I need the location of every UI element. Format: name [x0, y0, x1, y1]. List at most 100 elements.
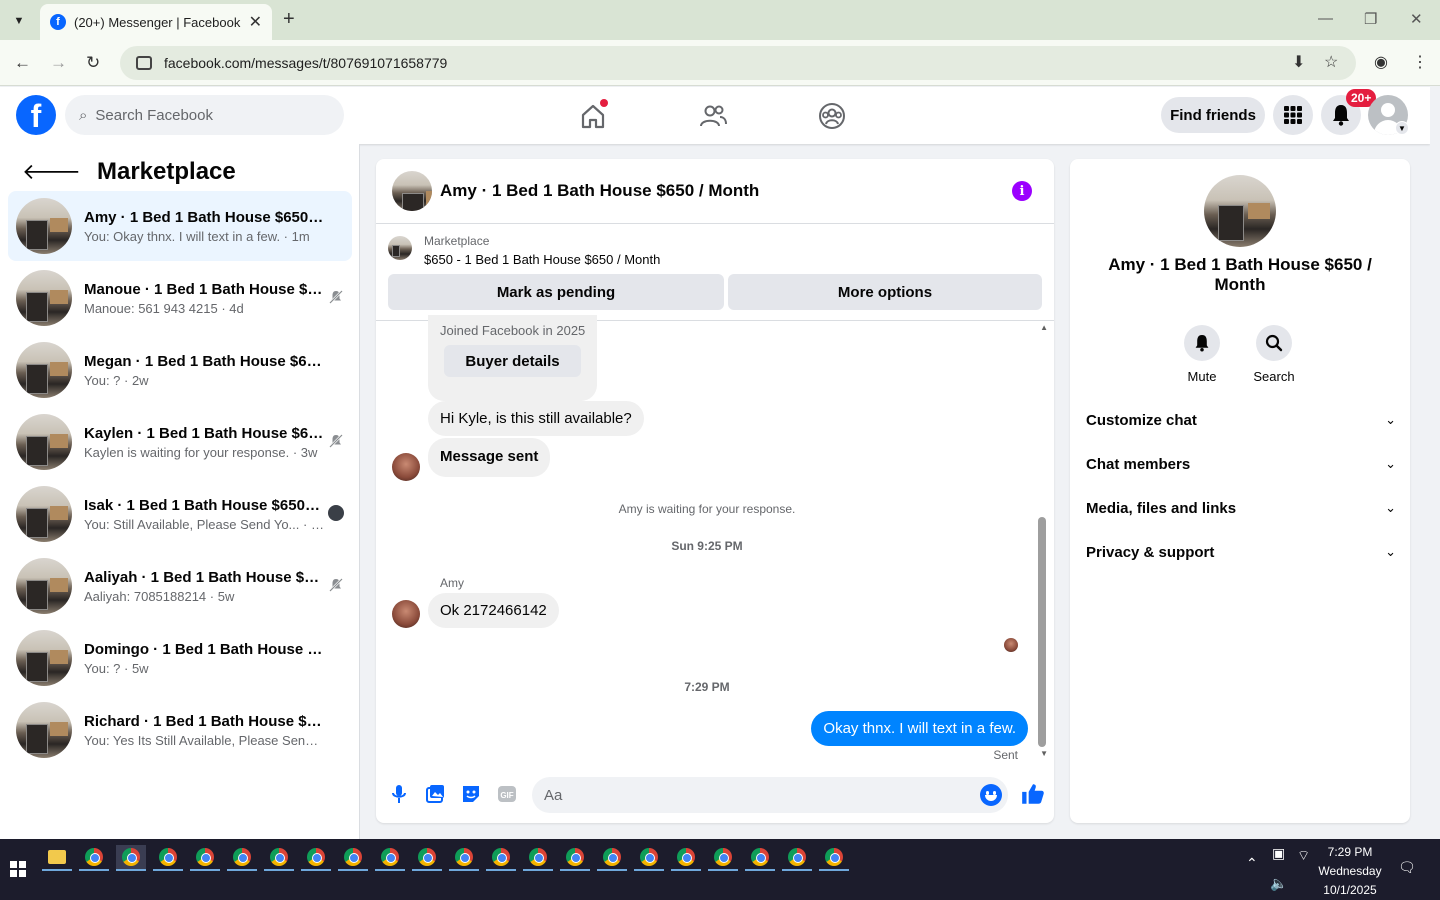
mark-as-pending-button[interactable]: Mark as pending [388, 274, 724, 310]
conversation-item[interactable]: Megan · 1 Bed 1 Bath House $650 ... You: … [8, 335, 352, 405]
back-arrow-icon[interactable]: 🡐 [22, 159, 81, 185]
emoji-icon[interactable] [980, 784, 1002, 806]
message-input[interactable]: Aa [532, 777, 1008, 813]
chrome-icon[interactable] [486, 845, 516, 871]
more-options-button[interactable]: More options [728, 274, 1042, 310]
chrome-icon[interactable] [634, 845, 664, 871]
sender-avatar[interactable] [392, 453, 420, 481]
chrome-icon[interactable] [301, 845, 331, 871]
privacy-support-item[interactable]: Privacy & support ⌄ [1086, 534, 1396, 570]
page-scrollbar[interactable] [1430, 87, 1440, 839]
photo-icon[interactable] [424, 783, 446, 805]
listing-thumbnail[interactable] [392, 171, 432, 211]
close-tab-icon[interactable]: ✕ [249, 12, 262, 32]
chrome-icon[interactable] [708, 845, 738, 871]
gif-icon[interactable]: GIF [496, 783, 518, 805]
customize-chat-item[interactable]: Customize chat ⌄ [1086, 402, 1396, 438]
file-explorer-icon[interactable] [42, 845, 72, 871]
facebook-favicon-icon: f [50, 14, 66, 30]
buyer-details-button[interactable]: Buyer details [444, 345, 581, 377]
conversation-item[interactable]: Kaylen · 1 Bed 1 Bath House $65... Kaylen… [8, 407, 352, 477]
tab-search-dropdown[interactable]: ▼ [8, 10, 30, 32]
url-input[interactable]: facebook.com/messages/t/807691071658779 [120, 46, 1356, 80]
wifi-icon[interactable]: ⌔ [1297, 847, 1310, 865]
new-tab-button[interactable]: + [283, 8, 295, 31]
chat-title[interactable]: Amy · 1 Bed 1 Bath House $650 / Month [440, 181, 759, 201]
mute-action[interactable]: Mute [1177, 325, 1227, 384]
conversation-name: Domingo · 1 Bed 1 Bath House $65... [84, 640, 324, 658]
chat-members-item[interactable]: Chat members ⌄ [1086, 446, 1396, 482]
chat-scrollbar-thumb[interactable] [1038, 517, 1046, 747]
device-icon[interactable]: ▣ [1272, 845, 1285, 862]
media-files-links-item[interactable]: Media, files and links ⌄ [1086, 490, 1396, 526]
site-info-icon[interactable] [136, 56, 152, 70]
conversation-item[interactable]: Amy · 1 Bed 1 Bath House $650 / ... You: … [8, 191, 352, 261]
reload-icon[interactable]: ↻ [86, 53, 100, 73]
forward-icon[interactable]: → [50, 53, 67, 73]
chrome-icon[interactable] [560, 845, 590, 871]
close-window-icon[interactable]: ✕ [1410, 10, 1423, 28]
chrome-icon[interactable] [782, 845, 812, 871]
chrome-icon[interactable] [597, 845, 627, 871]
find-friends-button[interactable]: Find friends [1161, 97, 1265, 133]
microphone-icon[interactable] [388, 783, 410, 805]
message-bubble[interactable]: Message sent [428, 438, 551, 477]
listing-title[interactable]: $650 - 1 Bed 1 Bath House $650 / Month [424, 252, 660, 267]
groups-icon[interactable] [817, 101, 847, 131]
conversation-thumbnail [16, 342, 72, 398]
chevron-down-icon[interactable]: ▼ [1395, 121, 1409, 135]
system-clock[interactable]: 7:29 PM Wednesday 10/1/2025 [1312, 843, 1388, 900]
show-hidden-icons[interactable]: ⌃ [1246, 855, 1258, 872]
chrome-icon[interactable] [338, 845, 368, 871]
restore-icon[interactable]: ❐ [1364, 10, 1377, 28]
search-input[interactable]: ⌕ Search Facebook [65, 95, 344, 135]
browser-menu-icon[interactable]: ⋮ [1412, 52, 1428, 72]
windows-start-icon[interactable] [10, 861, 26, 877]
conversation-item[interactable]: Manoue · 1 Bed 1 Bath House $6... Manoue:… [8, 263, 352, 333]
sticker-icon[interactable] [460, 783, 482, 805]
facebook-logo-icon[interactable]: f [16, 95, 56, 135]
search-icon[interactable] [1256, 325, 1292, 361]
chrome-icon[interactable] [523, 845, 553, 871]
profile-icon[interactable]: ◉ [1374, 52, 1388, 72]
chrome-icon[interactable] [449, 845, 479, 871]
back-icon[interactable]: ← [14, 53, 31, 73]
conversation-item[interactable]: Isak · 1 Bed 1 Bath House $650 / ... You:… [8, 479, 352, 549]
conversation-item[interactable]: Richard · 1 Bed 1 Bath House $650 ... You… [8, 695, 352, 765]
bookmark-star-icon[interactable]: ☆ [1324, 52, 1338, 72]
info-icon[interactable]: i [1012, 181, 1032, 201]
chrome-icon[interactable] [412, 845, 442, 871]
chrome-icon[interactable] [190, 845, 220, 871]
notifications-center-icon[interactable]: 🗨 [1398, 859, 1416, 876]
scroll-up-arrow-icon[interactable]: ▲ [1040, 323, 1048, 332]
conversation-item[interactable]: Domingo · 1 Bed 1 Bath House $65... You: … [8, 623, 352, 693]
listing-large-thumbnail[interactable] [1204, 175, 1276, 247]
scroll-down-arrow-icon[interactable]: ▼ [1040, 749, 1048, 758]
taskbar-app-icon[interactable] [116, 845, 146, 871]
volume-icon[interactable]: 🔈 [1270, 875, 1287, 892]
chrome-icon[interactable] [153, 845, 183, 871]
chrome-icon[interactable] [375, 845, 405, 871]
chrome-icon[interactable] [79, 845, 109, 871]
composer: GIF Aa [376, 761, 1054, 823]
chrome-icon[interactable] [671, 845, 701, 871]
friends-icon[interactable] [698, 101, 728, 131]
chrome-icon[interactable] [819, 845, 849, 871]
thumbs-up-icon[interactable] [1020, 781, 1046, 807]
search-action[interactable]: Search [1249, 325, 1299, 384]
conversation-item[interactable]: Aaliyah · 1 Bed 1 Bath House $65... Aaliy… [8, 551, 352, 621]
minimize-icon[interactable]: — [1318, 10, 1333, 27]
chrome-icon[interactable] [745, 845, 775, 871]
outgoing-message-bubble[interactable]: Okay thnx. I will text in a few. [811, 711, 1028, 746]
message-bubble[interactable]: Ok 2172466142 [428, 593, 559, 628]
chrome-icon[interactable] [264, 845, 294, 871]
sender-avatar[interactable] [392, 600, 420, 628]
listing-small-thumbnail[interactable] [388, 236, 412, 260]
chrome-icon[interactable] [227, 845, 257, 871]
install-app-icon[interactable]: ⬇ [1292, 52, 1305, 72]
browser-tab[interactable]: f (20+) Messenger | Facebook ✕ [40, 4, 272, 40]
bell-icon[interactable] [1184, 325, 1220, 361]
message-bubble[interactable]: Hi Kyle, is this still available? [428, 401, 644, 436]
menu-grid-icon[interactable] [1273, 95, 1313, 135]
message-list[interactable]: Joined Facebook in 2025 Buyer details Hi… [376, 315, 1054, 762]
